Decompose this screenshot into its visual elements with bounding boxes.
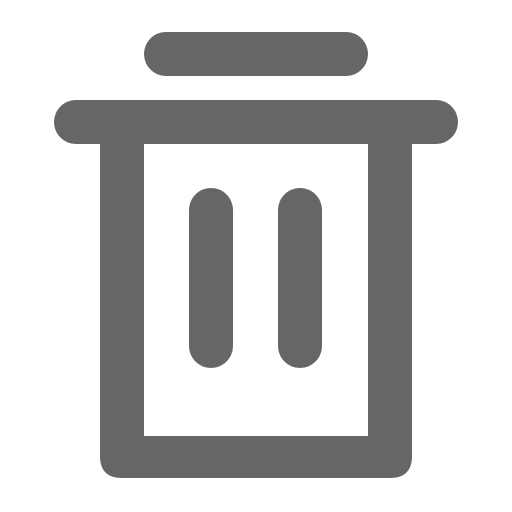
trash-body — [100, 130, 412, 478]
trash-lid-handle — [144, 32, 368, 76]
icon-canvas — [0, 0, 512, 512]
trash-slot-left — [189, 188, 233, 368]
trash-slot-right — [278, 188, 322, 368]
trash-icon — [54, 32, 458, 478]
